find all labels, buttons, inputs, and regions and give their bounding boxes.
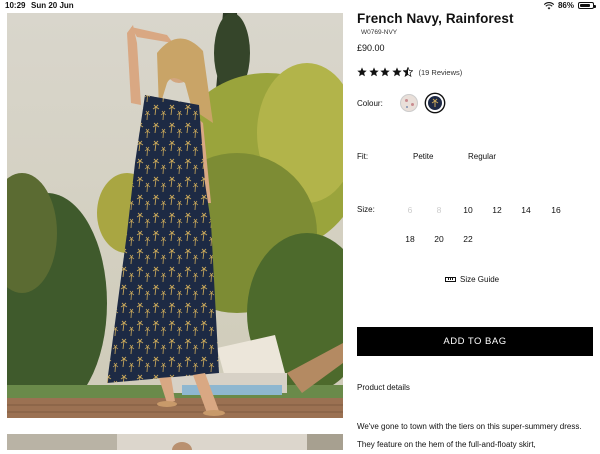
- product-description: We've gone to town with the tiers on thi…: [357, 422, 582, 449]
- half-star-icon: [403, 67, 413, 77]
- star-icon: [357, 67, 367, 77]
- product-price: £90.00: [357, 43, 385, 53]
- swatch-pattern: [405, 99, 408, 102]
- size-guide-label: Size Guide: [460, 275, 500, 284]
- battery-percent: 86%: [557, 1, 574, 10]
- swatch-pattern: [411, 103, 414, 106]
- size-option-22[interactable]: 22: [458, 234, 478, 244]
- product-image-2[interactable]: [7, 434, 343, 450]
- size-label: Size:: [357, 205, 375, 214]
- colour-swatch-navy-palm[interactable]: [426, 94, 444, 112]
- product-title: French Navy, Rainforest: [357, 11, 514, 26]
- status-time: 10:29: [5, 1, 26, 10]
- fit-option-regular[interactable]: Regular: [468, 152, 496, 161]
- size-option-10[interactable]: 10: [458, 205, 478, 215]
- colour-swatch-pink-floral[interactable]: [400, 94, 418, 112]
- size-option-8: 8: [436, 205, 442, 215]
- palm-pattern-icon: [431, 98, 439, 107]
- product-photo-illustration: [7, 13, 343, 418]
- star-icon: [368, 67, 379, 77]
- rating-row[interactable]: (19 Reviews): [357, 67, 462, 77]
- product-details-link[interactable]: Product details: [357, 383, 410, 392]
- wifi-icon: [543, 1, 554, 9]
- battery-icon: [578, 2, 596, 9]
- battery-fill: [580, 4, 591, 7]
- size-option-16[interactable]: 16: [546, 205, 566, 215]
- fit-option-petite[interactable]: Petite: [413, 152, 433, 161]
- swatch-pattern: [406, 106, 408, 108]
- star-icon: [380, 67, 390, 77]
- status-date: Sun 20 Jun: [31, 1, 74, 10]
- size-option-12[interactable]: 12: [487, 205, 507, 215]
- product-sku: W0769-NVY: [361, 29, 398, 36]
- product-image[interactable]: [7, 13, 343, 418]
- size-option-6: 6: [407, 205, 413, 215]
- size-option-14[interactable]: 14: [516, 205, 536, 215]
- status-right: 86%: [543, 1, 596, 10]
- product-photo-2-illustration: [7, 434, 343, 450]
- size-option-20[interactable]: 20: [429, 234, 449, 244]
- fit-label: Fit:: [357, 152, 369, 161]
- size-guide-link[interactable]: Size Guide: [445, 275, 499, 284]
- add-to-bag-button[interactable]: ADD TO BAG: [357, 327, 593, 356]
- ruler-icon: [445, 277, 456, 282]
- star-icon: [391, 67, 402, 77]
- reviews-link[interactable]: (19 Reviews): [419, 68, 463, 77]
- colour-label: Colour:: [357, 99, 383, 108]
- size-option-18[interactable]: 18: [400, 234, 420, 244]
